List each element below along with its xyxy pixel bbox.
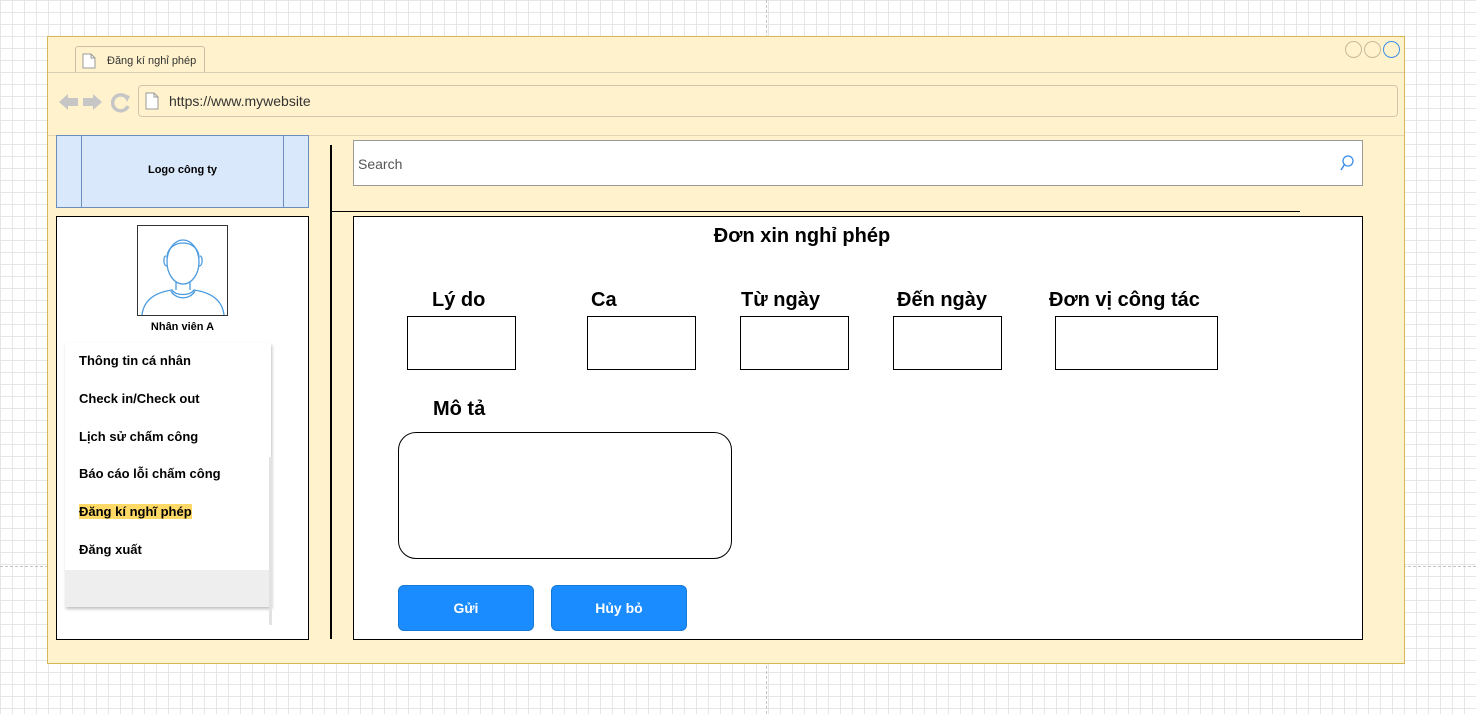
to-date-label: Đến ngày [897,289,988,311]
shift-label: Ca [591,289,617,311]
back-arrow-icon[interactable] [58,93,79,111]
menu-footer [65,570,271,607]
close-button[interactable] [1383,41,1400,58]
address-bar[interactable]: https://www.mywebsite [138,85,1398,117]
from-date-label: Từ ngày [741,289,820,311]
browser-tab[interactable]: Đăng kí nghỉ phép [75,46,205,73]
reload-icon[interactable] [111,93,131,113]
minimize-button[interactable] [1345,41,1362,58]
menu-item-personal-info[interactable]: Thông tin cá nhân [79,353,191,368]
from-date-field [740,316,849,370]
url-text: https://www.mywebsite [169,93,311,109]
menu-item-attendance-error-report[interactable]: Báo cáo lỗi chấm công [79,466,221,481]
user-avatar-icon [141,239,225,316]
reason-field [407,316,516,370]
menu-scrollbar[interactable] [269,457,272,625]
to-date-field [893,316,1002,370]
company-logo[interactable]: Logo công ty [56,135,309,208]
page-icon [145,92,159,110]
submit-button[interactable]: Gửi [398,585,534,631]
vertical-divider [330,145,332,639]
work-unit-field [1055,316,1218,370]
maximize-button[interactable] [1364,41,1381,58]
from-date-input[interactable] [741,317,848,369]
forward-arrow-icon[interactable] [82,93,103,111]
search-input[interactable] [356,141,1320,187]
description-textarea[interactable] [398,432,732,559]
to-date-input[interactable] [894,317,1001,369]
sidebar: Nhân viên A Thông tin cá nhân Check in/C… [56,216,309,640]
logo-label: Logo công ty [147,164,218,176]
browser-window: Đăng kí nghỉ phép https://www.mywebsite … [47,36,1405,664]
cancel-button[interactable]: Hủy bỏ [551,585,687,631]
user-name: Nhân viên A [150,321,215,333]
window-controls [1345,41,1400,58]
tab-title: Đăng kí nghỉ phép [107,55,197,67]
shift-input[interactable] [588,317,695,369]
page-title: Đơn xin nghỉ phép [713,225,891,247]
search-icon[interactable] [1340,155,1354,171]
menu-item-attendance-history[interactable]: Lịch sử chấm công [79,429,198,444]
leave-request-form: Đơn xin nghỉ phép Lý do Ca Từ ngày Đến n… [353,216,1363,640]
tab-strip-border [48,72,1404,73]
page-icon [82,53,96,69]
search-bar [353,140,1363,187]
work-unit-input[interactable] [1056,317,1217,369]
menu-item-logout[interactable]: Đăng xuất [79,542,142,557]
shift-field [587,316,696,370]
sidebar-menu: Thông tin cá nhân Check in/Check out Lịc… [65,343,271,607]
work-unit-label: Đơn vị công tác [1049,289,1200,311]
menu-item-leave-registration[interactable]: Đăng kí nghĩ phép [79,504,192,519]
avatar [137,225,228,316]
menu-item-check-in-out[interactable]: Check in/Check out [79,391,200,406]
horizontal-divider [330,211,1300,212]
reason-input[interactable] [408,317,515,369]
reason-label: Lý do [432,289,486,311]
description-label: Mô tả [433,398,486,420]
